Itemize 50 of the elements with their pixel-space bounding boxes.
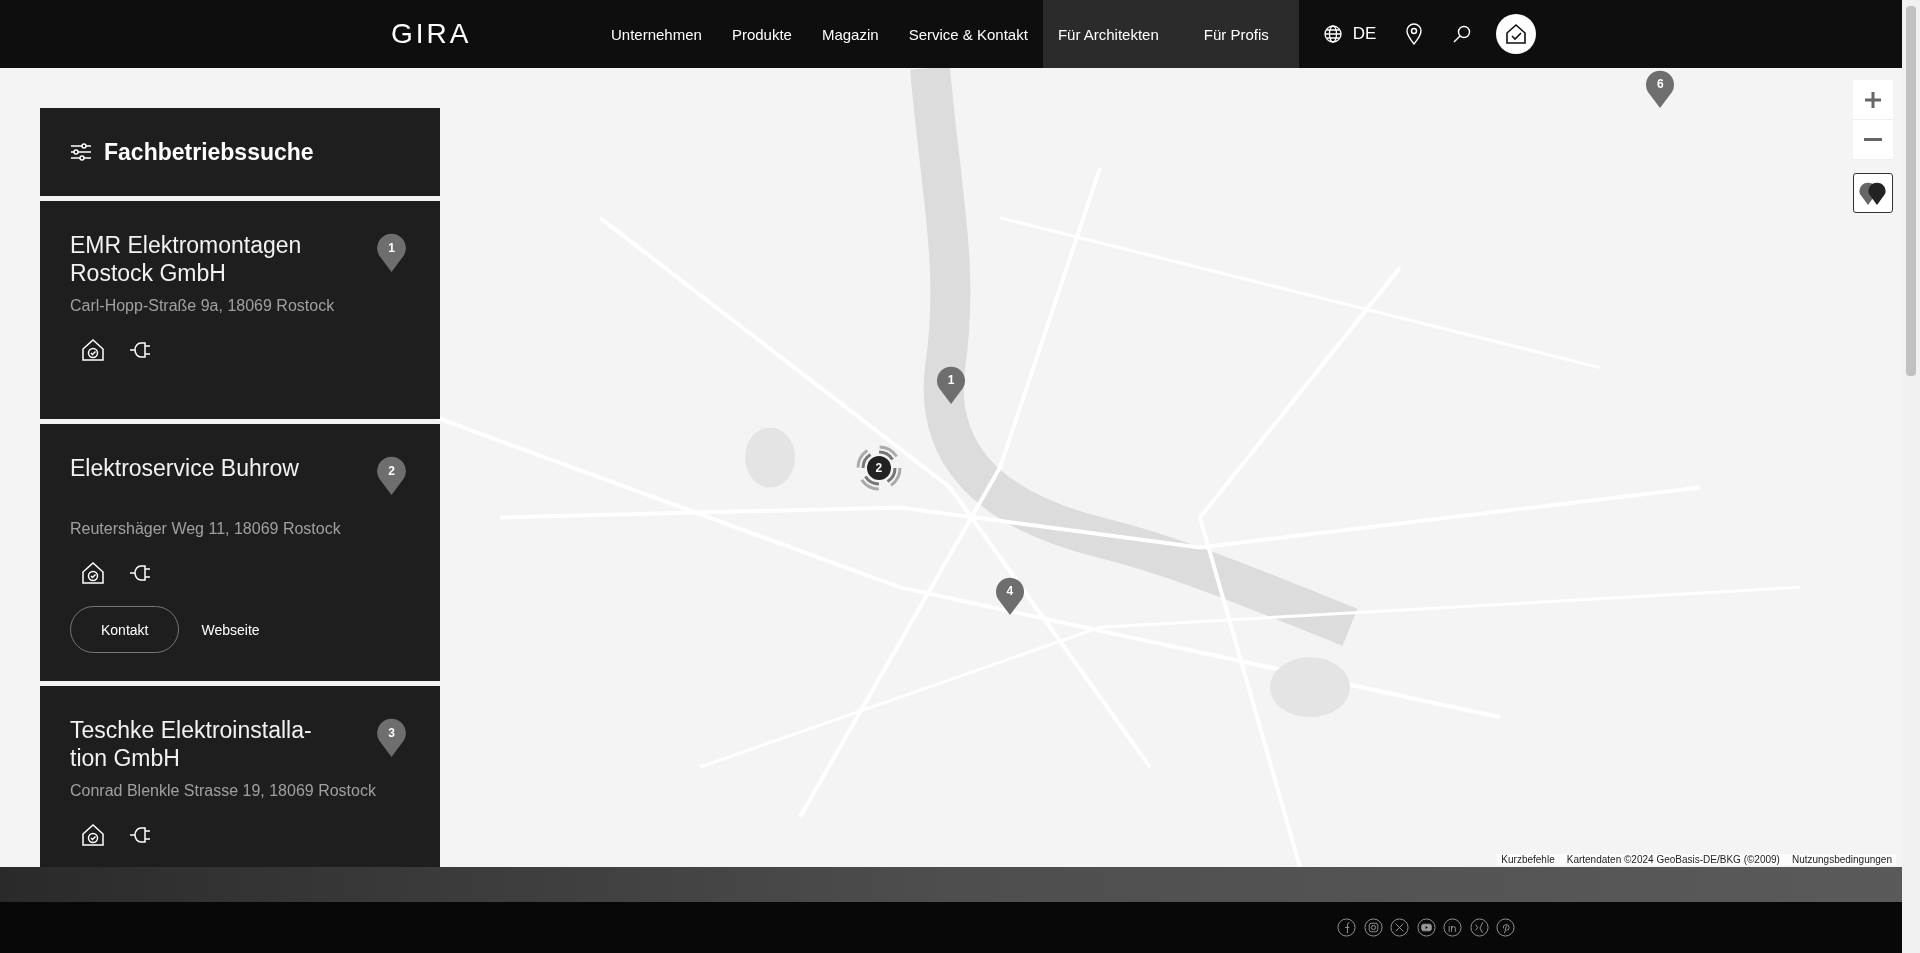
- x-icon[interactable]: [1390, 918, 1409, 937]
- nav-link[interactable]: Unternehmen: [596, 0, 717, 68]
- result-card[interactable]: EMR Elektromontagen Rostock GmbH 1 Carl-Hopp-Straße 9a, 18069 Rostock: [40, 201, 440, 419]
- facebook-icon[interactable]: [1337, 918, 1356, 937]
- company-address: Reutershäger Weg 11, 18069 Rostock: [70, 520, 342, 538]
- map-pin[interactable]: 4: [993, 575, 1026, 616]
- search-title-panel[interactable]: Fachbetriebssuche: [40, 108, 440, 196]
- company-address: Conrad Blenkle Strasse 19, 18069 Rostock: [70, 782, 377, 800]
- marker-toggle-button[interactable]: [1853, 173, 1893, 213]
- two-pins-icon: [1858, 180, 1888, 206]
- company-name: EMR Elektromontagen Rostock GmbH: [70, 231, 303, 287]
- instagram-icon[interactable]: [1363, 918, 1383, 937]
- smart-home-button[interactable]: [1496, 14, 1537, 54]
- location-pin-icon[interactable]: [1404, 22, 1425, 46]
- logo[interactable]: GIRA: [391, 18, 596, 50]
- scrollbar[interactable]: [1902, 0, 1920, 953]
- smart-home-icon: [80, 560, 106, 586]
- company-address: Carl-Hopp-Straße 9a, 18069 Rostock: [70, 297, 336, 315]
- globe-icon[interactable]: [1322, 24, 1343, 44]
- filter-sliders-icon[interactable]: [70, 142, 92, 162]
- smart-home-icon: [80, 822, 106, 848]
- map-pin[interactable]: 6: [1644, 68, 1677, 108]
- website-link[interactable]: Webseite: [201, 621, 260, 638]
- nav-link[interactable]: Für Architekten: [1042, 0, 1189, 68]
- minus-icon: [1864, 138, 1882, 141]
- nav-link[interactable]: Für Profis: [1188, 0, 1299, 68]
- map-cluster-marker[interactable]: 2: [854, 443, 903, 492]
- result-pin-marker: 1: [375, 231, 408, 272]
- company-name: Teschke Elektroinstalla-tion GmbH: [70, 716, 313, 772]
- smart-home-icon: [80, 337, 106, 363]
- nav-link[interactable]: Magazin: [806, 0, 894, 68]
- result-pin-marker: 3: [375, 716, 408, 757]
- house-check-icon: [1504, 22, 1529, 46]
- xing-icon[interactable]: [1469, 918, 1489, 937]
- map-attribution-link[interactable]: Kurzbefehle: [1501, 854, 1555, 865]
- result-pin-marker: 2: [375, 454, 408, 495]
- panel-title: Fachbetriebssuche: [104, 138, 314, 166]
- nav-link[interactable]: Service & Kontakt: [893, 0, 1043, 68]
- linkedin-icon[interactable]: [1443, 918, 1462, 937]
- youtube-icon[interactable]: [1416, 918, 1436, 937]
- pinterest-icon[interactable]: [1496, 918, 1515, 937]
- map-attribution-link[interactable]: Nutzungsbedingungen: [1791, 854, 1892, 865]
- result-card[interactable]: Elektroservice Buhrow 2 Reutershäger Weg 11, 18069 Rostock Kontakt Webseite: [40, 424, 440, 681]
- plus-icon: [1863, 89, 1883, 110]
- language-link[interactable]: DE: [1352, 24, 1377, 44]
- result-card[interactable]: Teschke Elektroinstalla-tion GmbH 3 Conrad Blenkle Strasse 19, 18069 Rostock: [40, 686, 440, 867]
- company-name: Elektroservice Buhrow: [70, 454, 300, 483]
- nav-link[interactable]: Produkte: [716, 0, 807, 68]
- search-icon[interactable]: [1452, 24, 1473, 44]
- map-attribution-link[interactable]: Kartendaten ©2024 GeoBasis-DE/BKG (©2009): [1566, 854, 1780, 865]
